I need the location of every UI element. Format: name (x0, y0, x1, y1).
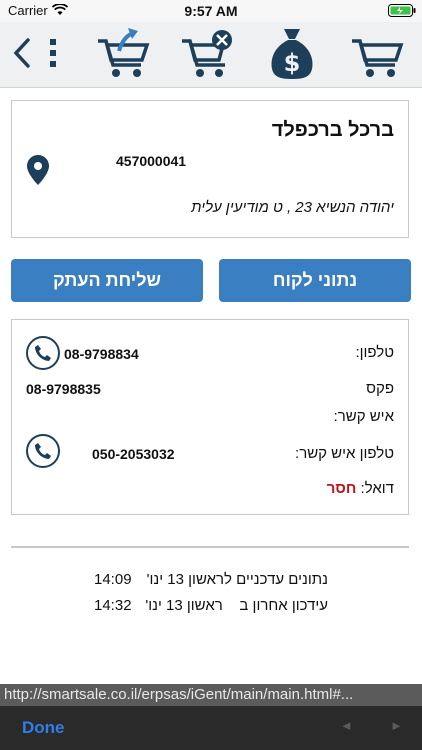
back-button[interactable] (6, 24, 38, 82)
last-update-line: עידכון אחרון ב ראשון 13 ינו' (145, 597, 328, 614)
email-label: דואל: (360, 480, 394, 497)
cart-remove-icon (182, 30, 232, 77)
last-update-date: ראשון 13 ינו' (145, 597, 223, 614)
customer-address: יהודה הנשיא 23 , ט מודיעין עלית (191, 199, 394, 216)
shopping-cart-icon (352, 39, 404, 77)
contact-card: טלפון: 08-9798834 פקס 08-9798835 איש קשר… (11, 319, 409, 515)
data-updated-line: נתונים עדכניים לראשון 13 ינו' (147, 571, 328, 588)
call-contact-button[interactable] (26, 434, 60, 468)
last-update-time: 14:32 (94, 597, 132, 614)
divider (11, 546, 409, 548)
more-vertical-icon (50, 39, 56, 67)
customer-id: 457000041 (116, 153, 187, 169)
url-bar[interactable]: http://smartsale.co.il/erpsas/iGent/main… (0, 684, 422, 706)
fax-value: 08-9798835 (26, 381, 101, 397)
location-pin-icon[interactable] (27, 155, 49, 190)
customer-data-button[interactable]: נתוני לקוח (219, 259, 411, 302)
data-updated-time: 14:09 (94, 571, 132, 588)
prev-arrow-icon[interactable]: ◄ (340, 718, 353, 733)
phone-label: טלפון: (355, 344, 394, 361)
status-bar: Carrier 9:57 AM (0, 0, 422, 22)
cart-button[interactable] (344, 24, 410, 82)
more-button[interactable] (40, 24, 66, 82)
money-button[interactable]: $ (264, 24, 320, 82)
email-value: חסר (326, 480, 357, 497)
next-arrow-icon[interactable]: ► (390, 718, 403, 733)
call-phone-button[interactable] (26, 336, 60, 370)
done-button[interactable]: Done (22, 718, 65, 738)
clear-cart-button[interactable] (176, 24, 238, 82)
last-update-label: עידכון אחרון ב (239, 597, 328, 614)
data-updated-date: ראשון 13 ינו' (146, 571, 225, 588)
contact-person-label: איש קשר: (333, 408, 394, 425)
clock: 9:57 AM (184, 3, 238, 19)
customer-name: ברכל ברכפלד (271, 119, 394, 141)
contact-phone-value[interactable]: 050-2053032 (92, 446, 175, 462)
data-updated-label: נתונים עדכניים ל (224, 571, 328, 588)
svg-text:$: $ (284, 49, 301, 77)
fax-label: פקס (366, 380, 394, 397)
send-order-button[interactable] (92, 24, 154, 82)
phone-icon (35, 443, 51, 459)
contact-phone-label: טלפון איש קשר: (295, 445, 394, 462)
phone-icon (35, 345, 51, 361)
money-bag-icon: $ (271, 29, 313, 79)
back-arrow-icon (13, 38, 30, 68)
cart-send-icon (98, 28, 150, 77)
battery-icon (388, 4, 416, 17)
browser-bottom-bar: Done ◄ ► (0, 706, 422, 750)
send-copy-button[interactable]: שליחת העתק (11, 259, 203, 302)
customer-card: ברכל ברכפלד 457000041 יהודה הנשיא 23 , ט… (11, 100, 409, 238)
toolbar: $ (0, 22, 422, 88)
phone-value[interactable]: 08-9798834 (64, 346, 139, 362)
email-row: דואל: חסר (327, 480, 394, 497)
